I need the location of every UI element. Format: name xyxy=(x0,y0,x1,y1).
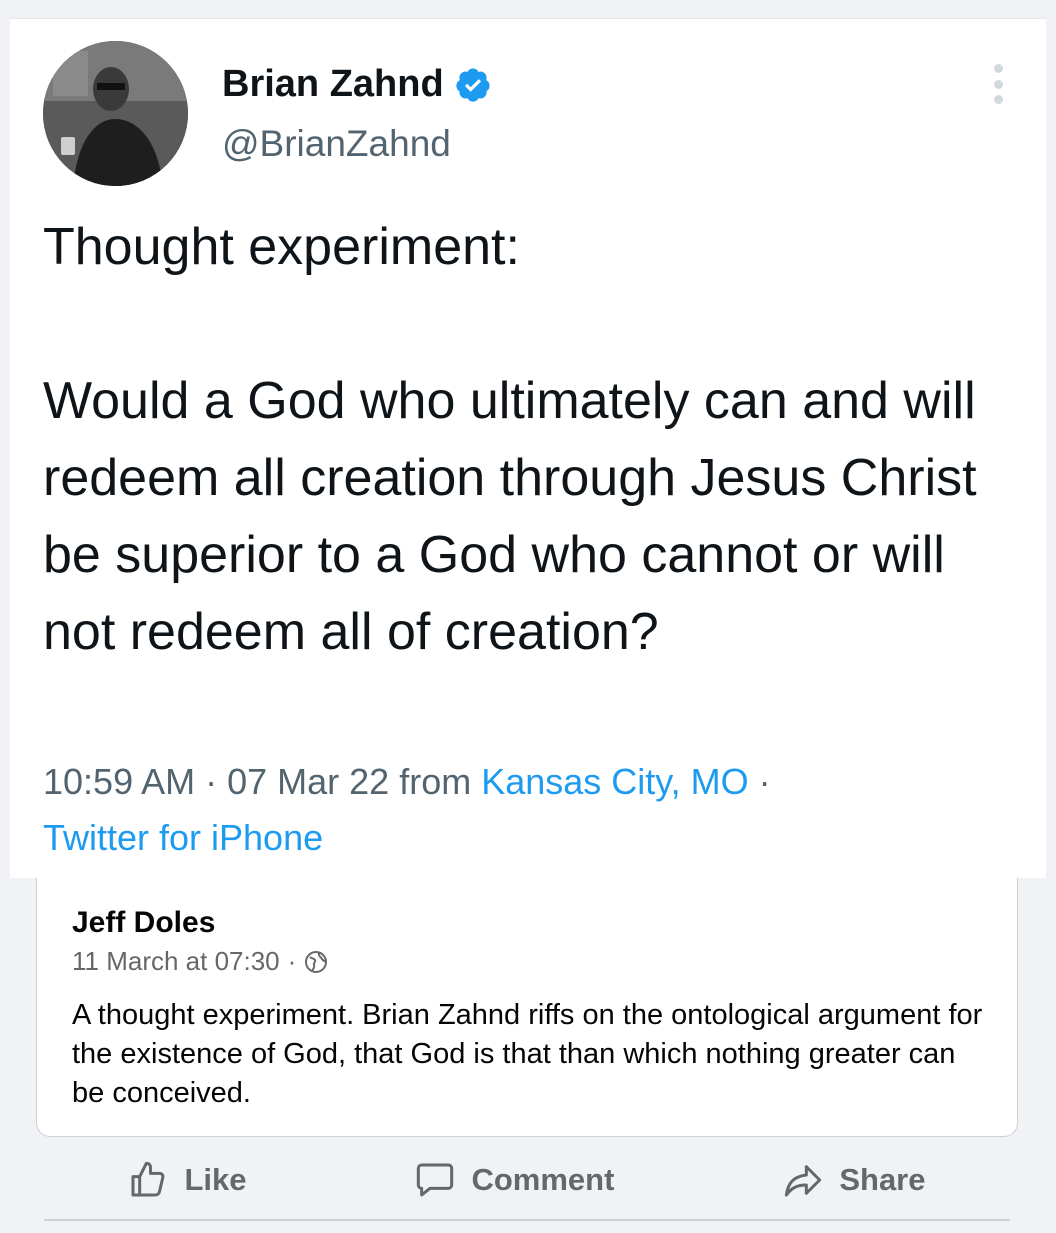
post-timestamp[interactable]: 11 March at 07:30 xyxy=(72,946,280,977)
tweet-date: 07 Mar 22 from xyxy=(227,761,482,802)
post-card: Jeff Doles 11 March at 07:30 · A thought… xyxy=(36,878,1018,1137)
share-icon xyxy=(785,1165,822,1197)
tweet-text: Thought experiment: Would a God who ulti… xyxy=(43,218,977,661)
divider xyxy=(44,1219,1010,1221)
share-label: Share xyxy=(839,1162,926,1197)
tweet-author-name-text[interactable]: Brian Zahnd xyxy=(222,63,444,106)
comment-label: Comment xyxy=(471,1162,615,1197)
page: Brian Zahnd @BrianZahnd Thought experime… xyxy=(0,0,1056,1233)
post-timestamp-separator: · xyxy=(287,946,297,976)
post-author[interactable]: Jeff Doles xyxy=(72,906,215,940)
comment-button[interactable]: Comment xyxy=(415,1160,614,1200)
more-icon[interactable] xyxy=(990,64,1006,104)
tweet-location-link[interactable]: Kansas City, MO xyxy=(481,761,748,802)
tweet-meta: 10:59 AM · 07 Mar 22 from Kansas City, M… xyxy=(43,754,1028,866)
tweet-source-link[interactable]: Twitter for iPhone xyxy=(43,817,323,858)
avatar[interactable] xyxy=(43,41,188,186)
embedded-tweet-image[interactable]: Brian Zahnd @BrianZahnd Thought experime… xyxy=(10,18,1046,878)
tweet-time: 10:59 AM xyxy=(43,761,196,802)
post-text: A thought experiment. Brian Zahnd riffs … xyxy=(72,999,983,1109)
tweet-author-name[interactable]: Brian Zahnd xyxy=(222,63,492,106)
post-timestamp-row: 11 March at 07:30 · xyxy=(72,946,328,977)
comment-icon xyxy=(417,1163,454,1197)
avatar-photo xyxy=(43,41,188,186)
share-button[interactable]: Share xyxy=(783,1160,926,1200)
tweet-date-separator: · xyxy=(195,761,228,802)
globe-icon xyxy=(305,950,328,973)
tweet-author-handle[interactable]: @BrianZahnd xyxy=(222,123,451,165)
like-icon xyxy=(131,1161,165,1197)
like-button[interactable]: Like xyxy=(128,1160,247,1200)
verified-icon xyxy=(456,67,490,102)
tweet-trailing-separator: · xyxy=(748,761,771,802)
post-actions: Like Comment Share xyxy=(44,1150,1010,1210)
like-label: Like xyxy=(184,1162,247,1197)
